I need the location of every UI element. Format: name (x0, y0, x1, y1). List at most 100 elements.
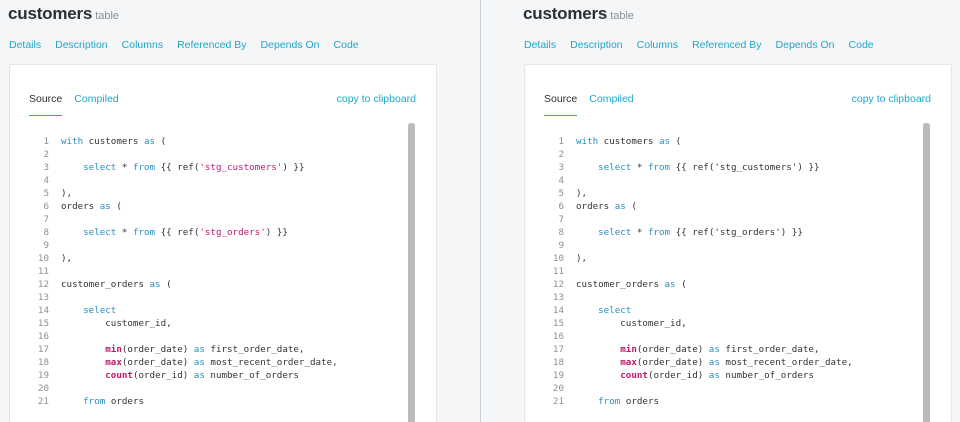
page-header: customers table (523, 4, 634, 30)
code-token: select (83, 162, 117, 173)
nav-code-link[interactable]: Code (849, 39, 874, 51)
code-token: min (620, 344, 637, 355)
code-token: {{ ref( (670, 162, 715, 173)
code-line-7: 7 (544, 213, 576, 226)
line-number: 16 (552, 331, 564, 342)
nav-code-link[interactable]: Code (334, 39, 359, 51)
code-token: count (620, 370, 648, 381)
nav-details-link[interactable]: Details (9, 39, 41, 51)
code-line-15: 15 customer_id, (29, 317, 172, 330)
code-token: orders (61, 201, 100, 212)
code-line-19: 19 count(order_id) as number_of_orders (544, 369, 814, 382)
code-token: 'stg_orders' (714, 227, 781, 238)
code-token: * (631, 227, 648, 238)
nav-description-link[interactable]: Description (55, 39, 108, 51)
section-nav: Details Description Columns Referenced By De… (9, 39, 373, 51)
code-token: from (132, 227, 156, 238)
code-token: ) }} (265, 227, 288, 238)
code-line-17: 17 min(order_date) as first_order_date, (544, 343, 820, 356)
code-token: select (598, 162, 632, 173)
code-line-5: 5), (544, 187, 587, 200)
nav-description-link[interactable]: Description (570, 39, 623, 51)
code-token: as (664, 279, 676, 290)
line-number: 3 (43, 162, 49, 173)
code-token: ( (675, 279, 687, 290)
code-token: as (708, 357, 720, 368)
copy-to-clipboard-button[interactable]: copy to clipboard (337, 93, 416, 105)
code-token: first_order_date, (719, 344, 820, 355)
code-line-1: 1 with customers as ( (544, 135, 681, 148)
page-title: customers (8, 4, 93, 23)
code-token: {{ ref( (670, 227, 715, 238)
page-subtitle: table (610, 10, 635, 22)
line-number: 12 (37, 279, 49, 290)
code-line-18: 18 max(order_date) as most_recent_order_… (29, 356, 338, 369)
code-scrollbar[interactable] (923, 123, 930, 422)
right-pane: customers table Details Description Columns… (481, 0, 960, 422)
code-token: (order_date) (121, 357, 194, 368)
line-number: 13 (37, 292, 49, 303)
code-token: * (631, 162, 648, 173)
tab-compiled[interactable]: Compiled (74, 93, 118, 115)
line-number: 10 (37, 253, 49, 264)
line-number: 4 (43, 175, 49, 186)
nav-columns-link[interactable]: Columns (122, 39, 163, 51)
nav-referenced-by-link[interactable]: Referenced By (177, 39, 246, 51)
line-number: 1 (558, 136, 564, 147)
line-number: 2 (558, 149, 564, 160)
code-token: ) }} (797, 162, 820, 173)
code-token: number_of_orders (719, 370, 814, 381)
tab-compiled[interactable]: Compiled (589, 93, 633, 115)
code-token: number_of_orders (204, 370, 299, 381)
code-line-20: 20 (29, 382, 61, 395)
code-token: customer_orders (576, 279, 665, 290)
code-token: as (708, 370, 720, 381)
line-number: 5 (43, 188, 49, 199)
code-token: as (193, 370, 205, 381)
line-number: 14 (552, 305, 564, 316)
code-line-3: 3 select * from {{ ref('stg_customers') … (29, 161, 304, 174)
page-title: customers (523, 4, 608, 23)
code-scrollbar[interactable] (408, 123, 415, 422)
line-number: 18 (37, 357, 49, 368)
code-token: (order_id) (132, 370, 194, 381)
code-line-16: 16 (544, 330, 576, 343)
code-token: ) }} (282, 162, 305, 173)
code-line-16: 16 (29, 330, 61, 343)
nav-depends-on-link[interactable]: Depends On (261, 39, 320, 51)
nav-referenced-by-link[interactable]: Referenced By (692, 39, 761, 51)
line-number: 11 (37, 266, 49, 277)
line-number: 19 (37, 370, 49, 381)
code-token: (order_date) (121, 344, 194, 355)
code-scrollbar-thumb[interactable] (923, 123, 930, 422)
nav-columns-link[interactable]: Columns (637, 39, 678, 51)
code-token: ( (155, 136, 167, 147)
code-line-18: 18 max(order_date) as most_recent_order_… (544, 356, 853, 369)
code-line-14: 14 select (29, 304, 116, 317)
code-token: min (105, 344, 122, 355)
code-token: * (116, 162, 133, 173)
code-line-14: 14 select (544, 304, 631, 317)
page-subtitle: table (95, 10, 120, 22)
left-pane: customers table Details Description Columns… (0, 0, 480, 422)
tab-source[interactable]: Source (29, 93, 63, 116)
code-token: as (708, 344, 720, 355)
code-token: ( (160, 279, 172, 290)
nav-details-link[interactable]: Details (524, 39, 556, 51)
code-token: as (659, 136, 671, 147)
code-token: customers (83, 136, 144, 147)
code-token: as (149, 279, 161, 290)
code-line-10: 10), (29, 252, 72, 265)
line-number: 21 (37, 396, 49, 407)
line-number: 11 (552, 266, 564, 277)
code-line-17: 17 min(order_date) as first_order_date, (29, 343, 305, 356)
line-number: 15 (37, 318, 49, 329)
code-token: orders (620, 396, 660, 407)
code-token: {{ ref( (155, 227, 200, 238)
copy-to-clipboard-button[interactable]: copy to clipboard (852, 93, 931, 105)
code-scrollbar-thumb[interactable] (408, 123, 415, 422)
tab-source[interactable]: Source (544, 93, 578, 116)
code-card: Source Compiled copy to clipboard 1 with c… (524, 64, 952, 422)
nav-depends-on-link[interactable]: Depends On (776, 39, 835, 51)
line-number: 6 (558, 201, 564, 212)
